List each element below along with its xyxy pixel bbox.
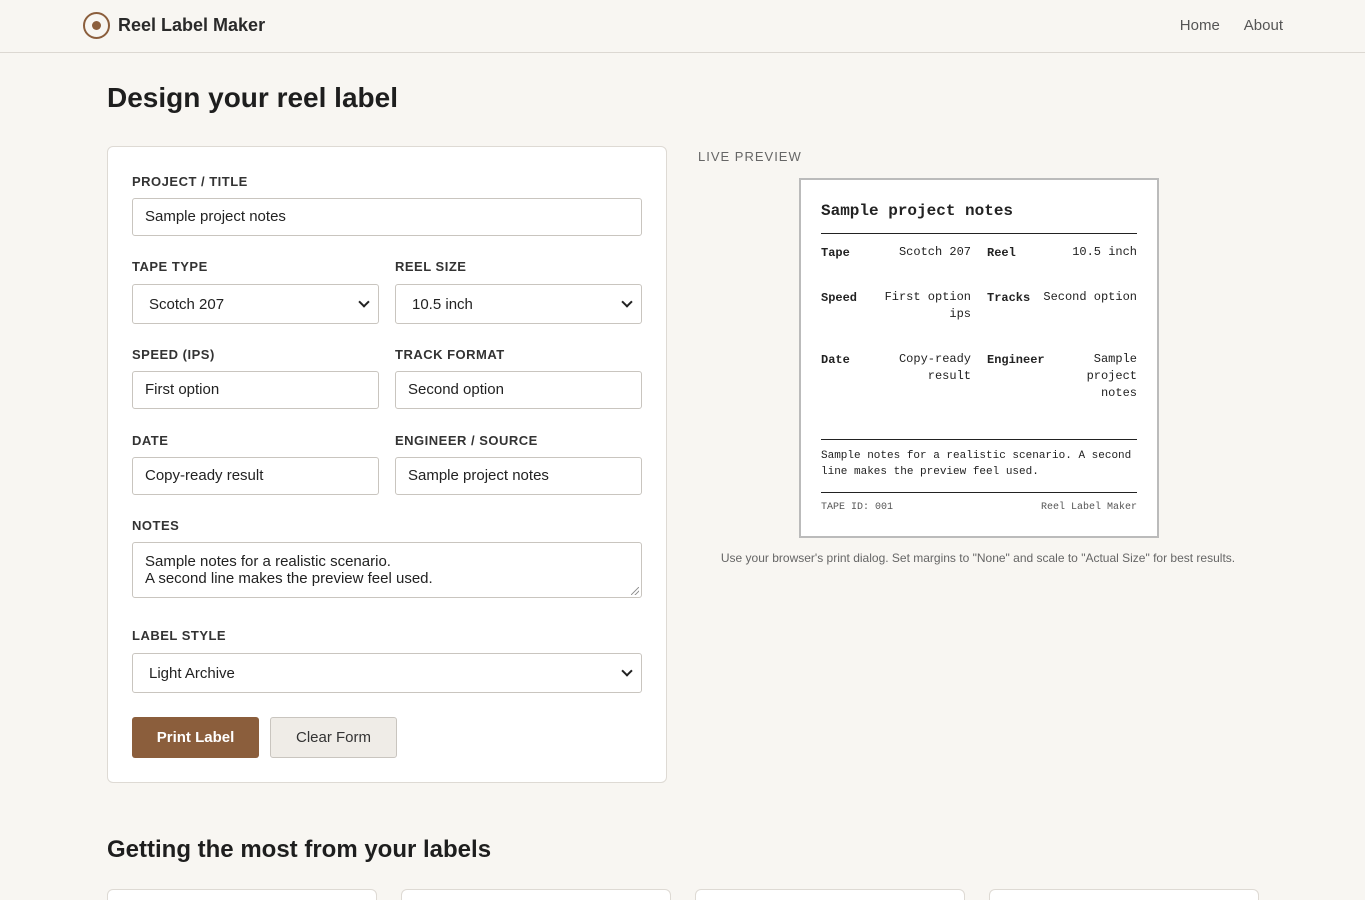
tip-card: [401, 889, 671, 900]
tip-card: [107, 889, 377, 900]
resize-handle-icon[interactable]: [631, 587, 639, 595]
preview-speed-value: First option ips: [871, 289, 971, 323]
notes-label: NOTES: [132, 518, 180, 533]
nav-home-link[interactable]: Home: [1180, 17, 1220, 34]
preview-date-line-1: Copy-ready: [898, 352, 971, 366]
brand[interactable]: Reel Label Maker: [83, 12, 265, 39]
label-form-card: PROJECT / TITLE Sample project notes TAP…: [107, 146, 667, 783]
speed-label: SPEED (IPS): [132, 347, 215, 362]
notes-line-1: Sample notes for a realistic scenario.: [145, 553, 391, 570]
reel-size-value: 10.5 inch: [412, 295, 473, 313]
preview-divider: [821, 233, 1137, 234]
tip-card: [695, 889, 965, 900]
preview-speed-key: Speed: [821, 291, 858, 305]
preview-notes-divider: [821, 439, 1137, 440]
chevron-down-icon: [621, 665, 633, 677]
label-preview: Sample project notes Tape Scotch 207 Ree…: [799, 178, 1159, 538]
tip-card: [989, 889, 1259, 900]
preview-tape-key: Tape: [821, 246, 850, 260]
track-format-input[interactable]: Second option: [395, 371, 642, 409]
engineer-input[interactable]: Sample project notes: [395, 457, 642, 495]
preview-footer-divider: [821, 492, 1137, 493]
preview-engineer-value: Sample project notes: [1067, 351, 1137, 402]
preview-speed-line-1: First option: [884, 290, 971, 304]
preview-notes: Sample notes for a realistic scenario. A…: [821, 450, 1132, 478]
print-label-button[interactable]: Print Label: [132, 717, 259, 758]
preview-date-value: Copy-ready result: [871, 351, 971, 385]
notes-line-2: A second line makes the preview feel use…: [145, 570, 433, 587]
preview-speed-line-2: ips: [949, 307, 971, 321]
tape-type-value: Scotch 207: [149, 295, 225, 313]
reel-size-select[interactable]: 10.5 inch: [395, 284, 642, 324]
preview-tracks-value: Second option: [1043, 290, 1137, 304]
preview-engineer-line-1: Sample: [1093, 352, 1137, 366]
date-input[interactable]: Copy-ready result: [132, 457, 379, 495]
preview-tracks-key: Tracks: [987, 291, 1031, 305]
label-style-value: Light Archive: [149, 664, 235, 682]
print-instructions: Use your browser's print dialog. Set mar…: [720, 551, 1236, 565]
preview-engineer-key: Engineer: [987, 353, 1045, 367]
preview-reel-value: 10.5 inch: [1072, 245, 1137, 259]
top-navbar: Reel Label Maker Home About: [0, 0, 1365, 53]
tips-section-title: Getting the most from your labels: [107, 836, 492, 863]
preview-title: Sample project notes: [821, 202, 1014, 220]
tape-type-select[interactable]: Scotch 207: [132, 284, 379, 324]
nav-about-link[interactable]: About: [1244, 17, 1283, 34]
date-label: DATE: [132, 433, 169, 448]
preview-tape-value: Scotch 207: [898, 245, 971, 259]
notes-textarea[interactable]: Sample notes for a realistic scenario. A…: [132, 542, 642, 598]
reel-logo-icon: [83, 12, 110, 39]
preview-reel-key: Reel: [987, 246, 1016, 260]
label-style-select[interactable]: Light Archive: [132, 653, 642, 693]
page-title: Design your reel label: [107, 82, 398, 113]
preview-tape-id: TAPE ID: 001: [821, 502, 894, 513]
preview-date-key: Date: [821, 353, 850, 367]
live-preview-heading: LIVE PREVIEW: [698, 149, 802, 164]
project-title-input[interactable]: Sample project notes: [132, 198, 642, 236]
engineer-label: ENGINEER / SOURCE: [395, 433, 538, 448]
speed-input[interactable]: First option: [132, 371, 379, 409]
clear-form-button[interactable]: Clear Form: [270, 717, 397, 758]
project-label: PROJECT / TITLE: [132, 174, 248, 189]
reel-size-label: REEL SIZE: [395, 259, 467, 274]
main-nav: Home About: [1180, 17, 1283, 34]
preview-footer-brand: Reel Label Maker: [1040, 502, 1137, 513]
preview-engineer-line-2: project: [1086, 369, 1137, 383]
track-format-label: TRACK FORMAT: [395, 347, 505, 362]
chevron-down-icon: [621, 296, 633, 308]
preview-date-line-2: result: [927, 369, 971, 383]
preview-engineer-line-3: notes: [1100, 386, 1137, 400]
brand-name: Reel Label Maker: [118, 15, 266, 35]
tape-type-label: TAPE TYPE: [132, 259, 208, 274]
label-style-label: LABEL STYLE: [132, 628, 227, 643]
chevron-down-icon: [358, 296, 370, 308]
